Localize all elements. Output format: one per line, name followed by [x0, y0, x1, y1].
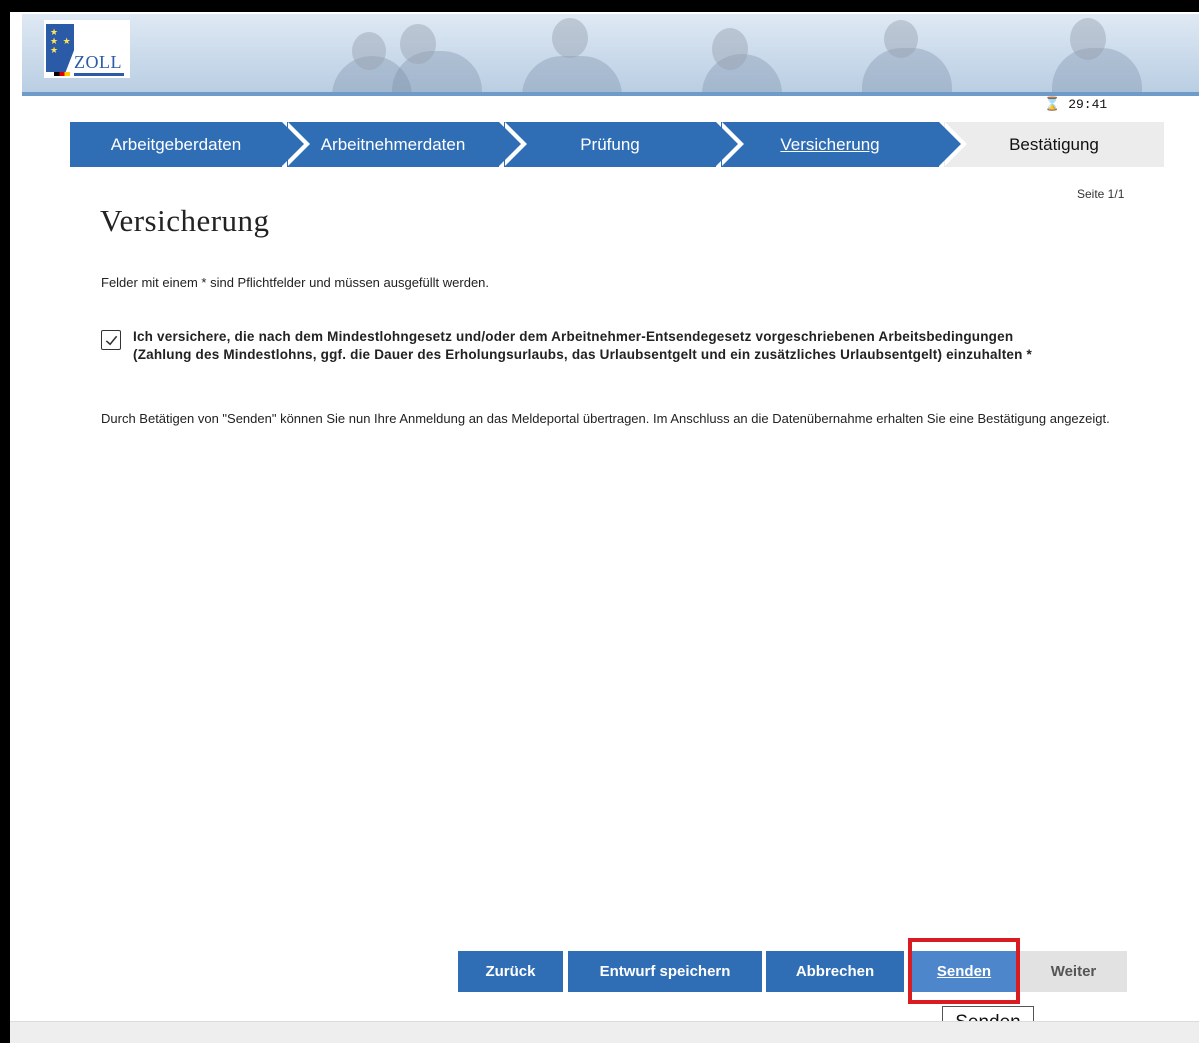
logo-text: ZOLL — [74, 52, 122, 72]
german-flag-icon — [54, 72, 70, 76]
send-info-text: Durch Betätigen von "Senden" können Sie … — [101, 411, 1110, 426]
footer-bar — [10, 1021, 1199, 1043]
save-draft-button[interactable]: Entwurf speichern — [568, 951, 762, 992]
session-timer: ⌛ 29:41 — [1044, 97, 1107, 112]
banner-photo-head — [400, 24, 436, 64]
banner-photo-head — [884, 20, 918, 58]
confirmation-checkbox[interactable] — [101, 330, 121, 350]
step-label: Bestätigung — [1009, 134, 1099, 154]
hourglass-icon: ⌛ — [1044, 97, 1061, 112]
window-frame-top — [0, 0, 1199, 12]
page-title: Versicherung — [100, 203, 270, 238]
confirmation-row: Ich versichere, die nach dem Mindestlohn… — [101, 328, 1061, 364]
step-arrow — [499, 122, 521, 166]
logo-underline — [74, 73, 124, 76]
header-banner — [22, 14, 1199, 96]
confirmation-label: Ich versichere, die nach dem Mindestlohn… — [133, 329, 1032, 362]
banner-photo-head — [352, 32, 386, 70]
step-label: Arbeitgeberdaten — [110, 134, 242, 154]
step-label: Prüfung — [580, 134, 640, 154]
send-button-highlight — [908, 938, 1020, 1004]
timer-value: 29:41 — [1068, 97, 1108, 112]
banner-photo-head — [712, 28, 748, 70]
required-fields-hint: Felder mit einem * sind Pflichtfelder un… — [101, 275, 490, 290]
back-button[interactable]: Zurück — [458, 951, 563, 992]
checkmark-icon — [105, 335, 117, 345]
step-arbeitnehmerdaten[interactable]: Arbeitnehmerdaten — [287, 122, 527, 167]
banner-photo-head — [552, 18, 588, 58]
header-divider — [22, 92, 1199, 96]
window-frame-left — [0, 0, 10, 1043]
banner-photo-head — [1070, 18, 1106, 60]
step-arbeitgeberdaten[interactable]: Arbeitgeberdaten — [70, 122, 310, 167]
next-button[interactable]: Weiter — [1020, 951, 1127, 992]
step-pruefung[interactable]: Prüfung — [504, 122, 744, 167]
zoll-logo: ★ ★ ★ ★ ZOLL — [44, 20, 130, 78]
cancel-button[interactable]: Abbrechen — [766, 951, 904, 992]
step-bestaetigung: Bestätigung — [944, 122, 1164, 167]
step-label: Arbeitnehmerdaten — [320, 134, 466, 154]
step-arrow — [939, 122, 961, 166]
banner-photo-person — [522, 56, 622, 96]
progress-steps: Arbeitgeberdaten Arbeitnehmerdaten Prüfu… — [70, 122, 1164, 167]
step-arrow — [716, 122, 738, 166]
step-versicherung[interactable]: Versicherung — [721, 122, 967, 167]
step-label: Versicherung — [780, 134, 880, 154]
eu-stars-icon: ★ ★ ★ ★ — [50, 27, 72, 55]
step-arrow — [282, 122, 304, 166]
page-indicator: Seite 1/1 — [1077, 187, 1125, 201]
